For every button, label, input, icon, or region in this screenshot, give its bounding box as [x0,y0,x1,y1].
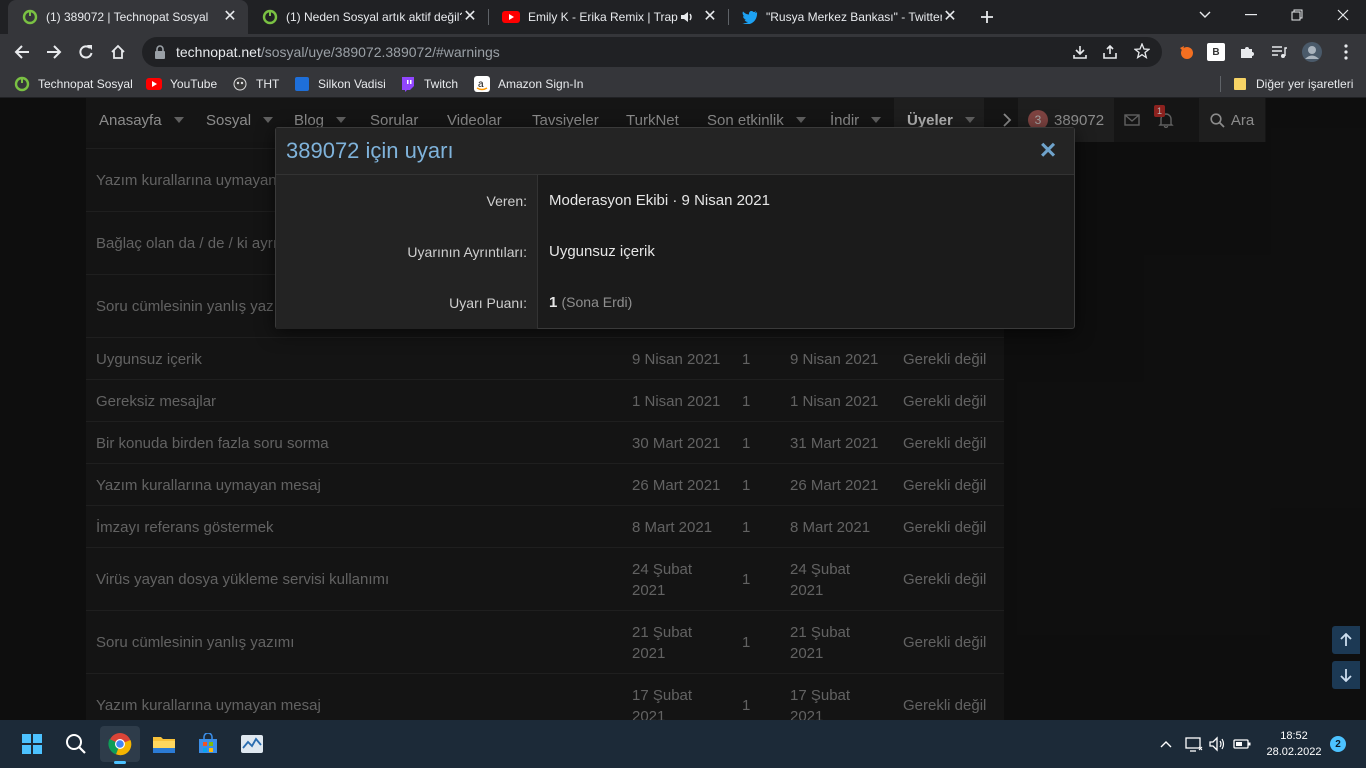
extension-b-icon[interactable]: B [1202,38,1230,66]
bookmark-label: YouTube [170,77,218,91]
tab-twitter-rusya[interactable]: "Rusya Merkez Bankası" - Twitter ✕ [728,0,968,34]
bookmark-icon [294,76,310,92]
close-icon[interactable]: × [1036,134,1060,165]
bookmark-technopat[interactable]: Technopat Sosyal [14,75,133,93]
search-icon[interactable] [56,726,96,762]
field-value-veren: Moderasyon Ekibi · 9 Nisan 2021 [549,192,770,209]
folder-icon [1232,76,1248,92]
tab-technopat-profile[interactable]: (1) 389072 | Technopat Sosyal ✕ [8,0,248,34]
forward-arrow-icon[interactable] [40,38,68,66]
bookmark-label: THT [256,77,280,91]
youtube-icon [146,76,162,92]
tht-icon [232,76,248,92]
url-path: /sosyal/uye/389072.389072/#warnings [260,44,500,60]
twitch-icon [400,76,416,92]
other-bookmarks-label: Diğer yer işaretleri [1256,77,1354,91]
bookmark-tht[interactable]: THT [232,75,279,93]
bookmark-label: Technopat Sosyal [38,77,133,91]
media-playlist-icon[interactable] [1265,38,1293,66]
back-arrow-icon[interactable] [8,38,36,66]
share-icon[interactable] [1102,44,1118,60]
bookmarks-bar: Technopat Sosyal YouTube THT Silkon Vadi… [0,70,1366,98]
tray-overflow-chevron-icon[interactable] [1156,734,1176,754]
technopat-icon [14,76,30,92]
profile-avatar[interactable] [1298,38,1326,66]
battery-icon[interactable] [1232,734,1252,754]
home-icon[interactable] [104,38,132,66]
address-bar[interactable]: technopat.net/sosyal/uye/389072.389072/#… [142,37,1162,67]
minimize-icon[interactable] [1228,0,1274,30]
page-viewport: Anasayfa Sosyal Blog Sorular Videolar Ta… [0,98,1366,720]
bookmark-twitch[interactable]: Twitch [400,75,458,93]
brave-shield-extension-icon[interactable] [1172,38,1200,66]
youtube-icon [502,10,520,24]
tab-close-icon[interactable]: ✕ [702,9,718,25]
field-value-details: Uygunsuz içerik [549,243,655,260]
tab-title: "Rusya Merkez Bankası" - Twitter [766,10,942,24]
volume-icon[interactable] [1208,734,1228,754]
reload-icon[interactable] [72,38,100,66]
bookmark-youtube[interactable]: YouTube [146,75,217,93]
bookmark-amazon[interactable]: a Amazon Sign-In [474,75,583,93]
bookmark-separator [1220,76,1221,92]
clock[interactable]: 18:52 28.02.2022 [1262,728,1326,760]
scroll-to-top-button[interactable] [1332,626,1360,654]
taskbar-chrome[interactable] [100,726,140,764]
modal-label-column: Veren: Uyarının Ayrıntıları: Uyarı Puanı… [276,175,538,329]
url-host: technopat.net [176,44,261,60]
twitter-icon [742,10,758,24]
clock-time: 18:52 [1280,730,1308,742]
extensions-puzzle-icon[interactable] [1233,38,1261,66]
task-manager-icon[interactable] [232,726,272,762]
tab-youtube-emily[interactable]: Emily K - Erika Remix | Trap Mu ✕ [488,0,728,34]
warning-modal: 389072 için uyarı × Veren: Uyarının Ayrı… [275,127,1075,329]
tab-neden-sosyal[interactable]: (1) Neden Sosyal artık aktif değil? ✕ [248,0,488,34]
browser-toolbar: technopat.net/sosyal/uye/389072.389072/#… [0,34,1366,70]
microsoft-store-icon[interactable] [188,726,228,762]
tab-title: (1) 389072 | Technopat Sosyal [46,10,209,24]
bookmark-label: Amazon Sign-In [498,77,584,91]
notification-count-badge[interactable]: 2 [1330,736,1346,752]
chrome-menu-icon[interactable] [1332,38,1360,66]
bookmark-label: Twitch [424,77,459,91]
tab-close-icon[interactable]: ✕ [942,9,958,25]
lock-icon[interactable] [154,45,166,59]
tab-title: Emily K - Erika Remix | Trap Mu [528,10,680,24]
field-label-details: Uyarının Ayrıntıları: [407,244,527,260]
scroll-to-bottom-button[interactable] [1332,661,1360,689]
file-explorer-icon[interactable] [144,726,184,762]
technopat-icon [22,9,38,25]
tab-close-icon[interactable]: ✕ [222,9,238,25]
modal-header: 389072 için uyarı × [276,128,1074,175]
new-tab-icon[interactable] [973,3,1001,31]
bookmark-label: Silkon Vadisi [318,77,386,91]
speaker-icon[interactable] [680,10,694,24]
points-value: 1 [549,294,558,311]
chrome-icon [108,732,132,756]
clock-date: 28.02.2022 [1266,746,1322,758]
bookmark-star-icon[interactable] [1134,43,1150,59]
bookmark-silkon-vadisi[interactable]: Silkon Vadisi [294,75,386,93]
tab-close-icon[interactable]: ✕ [462,9,478,25]
tab-search-chevron-icon[interactable] [1182,0,1228,30]
window-close-icon[interactable] [1320,0,1366,30]
network-icon[interactable] [1184,734,1204,754]
field-label-veren: Veren: [486,193,527,209]
tab-title: (1) Neden Sosyal artık aktif değil? [286,10,462,24]
amazon-icon: a [474,76,490,92]
extension-b-label: B [1207,43,1225,61]
windows-start-icon[interactable] [12,726,52,762]
field-value-points: 1 (Sona Erdi) [549,294,632,311]
field-label-points: Uyarı Puanı: [449,295,527,311]
points-status: (Sona Erdi) [561,294,633,310]
running-indicator [114,761,126,764]
browser-tab-strip: (1) 389072 | Technopat Sosyal ✕ (1) Nede… [0,0,1366,34]
technopat-icon [262,9,278,25]
restore-icon[interactable] [1274,0,1320,30]
other-bookmarks[interactable]: Diğer yer işaretleri [1232,75,1353,93]
windows-taskbar: 18:52 28.02.2022 2 [0,720,1366,768]
modal-title: 389072 için uyarı [286,138,454,163]
download-icon[interactable] [1072,44,1088,60]
